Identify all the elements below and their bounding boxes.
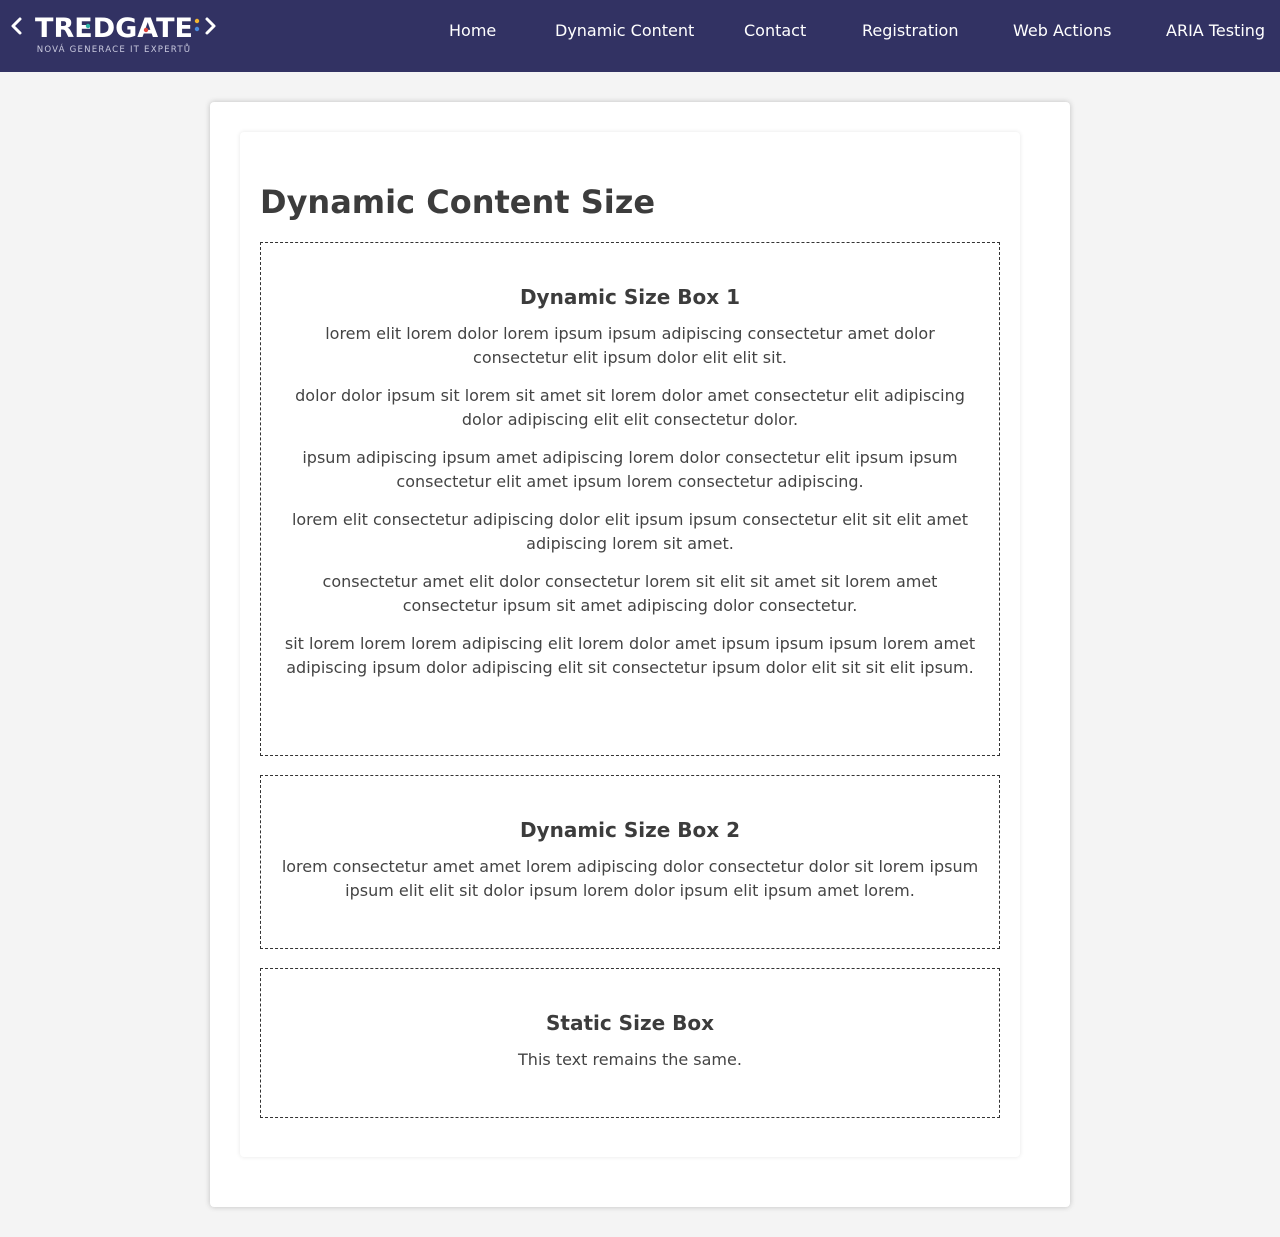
box-paragraph: lorem elit lorem dolor lorem ipsum ipsum… <box>325 324 935 367</box>
tredgate-logo[interactable]: TREDGATE NOVÁ GENERACE IT EXPERTŮ <box>10 8 220 58</box>
nav-link-aria-testing[interactable]: ARIA Testing <box>1166 20 1265 42</box>
dynamic-size-box-2: Dynamic Size Box 2 lorem consectetur ame… <box>260 775 1000 949</box>
dynamic-content-card: Dynamic Content Size Dynamic Size Box 1 … <box>240 132 1020 1157</box>
page-title: Dynamic Content Size <box>260 183 656 221</box>
box-paragraph: dolor dolor ipsum sit lorem sit amet sit… <box>295 386 965 429</box>
nav-link-dynamic-content[interactable]: Dynamic Content <box>555 20 694 42</box>
box-paragraph: lorem elit consectetur adipiscing dolor … <box>291 510 969 553</box>
box-paragraph: sit lorem lorem lorem adipiscing elit lo… <box>284 634 976 677</box>
nav-link-web-actions[interactable]: Web Actions <box>1013 20 1111 42</box>
dynamic-size-box-1: Dynamic Size Box 1 lorem elit lorem dolo… <box>260 242 1000 756</box>
nav-link-contact[interactable]: Contact <box>744 20 806 42</box>
content-container: Dynamic Content Size Dynamic Size Box 1 … <box>210 102 1070 1207</box>
nav-link-registration[interactable]: Registration <box>862 20 958 42</box>
logo-wordmark: TREDGATE <box>35 13 193 44</box>
box-paragraph: ipsum adipiscing ipsum amet adipiscing l… <box>302 448 958 491</box>
top-navbar: TREDGATE NOVÁ GENERACE IT EXPERTŮ Home D… <box>0 0 1280 72</box>
logo-tagline: NOVÁ GENERACE IT EXPERTŮ <box>37 43 192 55</box>
box-title: Dynamic Size Box 1 <box>519 285 741 309</box>
tredgate-logo-graphic: TREDGATE NOVÁ GENERACE IT EXPERTŮ <box>11 13 216 55</box>
box-title: Static Size Box <box>545 1011 714 1035</box>
box-paragraph: This text remains the same. <box>518 1050 742 1069</box>
static-size-box: Static Size Box This text remains the sa… <box>260 968 1000 1118</box>
box-title: Dynamic Size Box 2 <box>519 818 741 842</box>
nav-link-home[interactable]: Home <box>449 20 496 42</box>
box-paragraph: consectetur amet elit dolor consectetur … <box>322 572 938 615</box>
box-paragraph: lorem consectetur amet amet lorem adipis… <box>281 857 979 900</box>
